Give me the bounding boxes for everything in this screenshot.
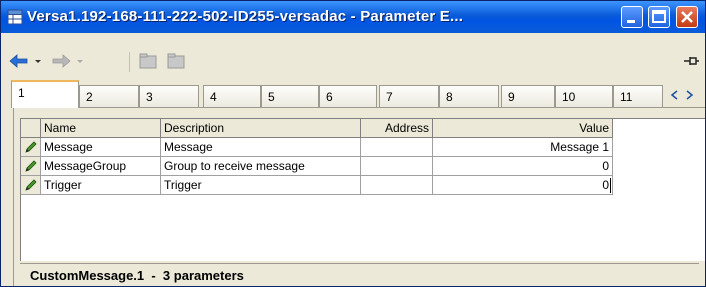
name-cell: Trigger [41,176,161,195]
description-cell: Group to receive message [161,157,361,176]
tab-label: 1 [18,86,25,100]
pencil-icon [25,179,37,191]
status-bar: CustomMessage.1 - 3 parameters [20,263,699,285]
address-cell[interactable] [361,138,433,157]
tab-label: 9 [508,90,515,104]
tab-4[interactable]: 4 [203,85,261,107]
tab-9[interactable]: 9 [501,85,555,107]
tab-11[interactable]: 11 [613,85,663,107]
tab-label: 6 [326,90,333,104]
close-button[interactable] [676,6,698,28]
column-header-description[interactable]: Description [161,119,361,138]
maximize-button[interactable] [648,6,670,28]
tab-panel: Name Description Address Value Message M… [13,107,705,286]
value-cell[interactable]: 0 [433,157,613,176]
chevron-down-icon[interactable] [33,51,43,71]
pin-icon[interactable] [681,51,701,71]
description-cell: Trigger [161,176,361,195]
name-cell: MessageGroup [41,157,161,176]
text-cursor [610,178,611,193]
chevron-down-icon [77,60,83,63]
chevron-left-icon[interactable] [670,90,678,100]
column-header-name[interactable]: Name [41,119,161,138]
row-icon-cell [21,157,41,176]
tab-label: 10 [562,90,576,104]
folder-icon [167,53,185,69]
tab-10[interactable]: 10 [555,85,613,107]
value-cell[interactable]: Message 1 [433,138,613,157]
pencil-icon [25,160,37,172]
table-header: Name Description Address Value [21,119,621,138]
forward-arrow-icon [52,54,71,68]
back-arrow-icon[interactable] [7,51,31,71]
minimize-button[interactable] [621,6,643,28]
column-header-address[interactable]: Address [361,119,433,138]
tab-label: 2 [86,90,93,104]
chevron-right-icon[interactable] [686,90,694,100]
table-row[interactable]: Message Message Message 1 [21,138,621,157]
table-row[interactable]: MessageGroup Group to receive message 0 [21,157,621,176]
tab-strip: 1 2 3 4 5 6 7 8 9 10 11 [11,80,705,108]
pencil-icon [25,141,37,153]
minimize-icon [627,20,635,23]
close-icon [681,11,693,23]
toolbar-separator [129,52,130,72]
table-row[interactable]: Trigger Trigger 0 [21,176,621,195]
tab-1[interactable]: 1 [11,80,79,108]
tab-2[interactable]: 2 [79,85,139,107]
folder-icon [139,53,157,69]
tab-5[interactable]: 5 [261,85,319,107]
tab-label: 8 [446,90,453,104]
tab-label: 11 [620,90,633,104]
header-icon-cell [21,119,41,138]
description-cell: Message [161,138,361,157]
name-cell: Message [41,138,161,157]
parameter-grid: Name Description Address Value Message M… [20,118,705,261]
address-cell[interactable] [361,176,433,195]
row-icon-cell [21,138,41,157]
window-title: Versa1.192-168-111-222-502-ID255-versada… [27,8,464,25]
tab-scroll-arrows[interactable] [667,88,699,102]
address-cell[interactable] [361,157,433,176]
maximize-icon [652,10,666,23]
tab-6[interactable]: 6 [319,85,377,107]
column-header-value[interactable]: Value [433,119,613,138]
tab-8[interactable]: 8 [439,85,499,107]
tab-label: 5 [268,90,275,104]
tab-label: 3 [146,90,153,104]
parameter-explorer-window: Versa1.192-168-111-222-502-ID255-versada… [0,0,706,287]
tab-label: 7 [386,90,393,104]
value-cell[interactable]: 0 [433,176,613,195]
grid-icon [7,9,23,25]
tab-3[interactable]: 3 [139,85,199,107]
tab-label: 4 [210,90,217,104]
title-bar[interactable]: Versa1.192-168-111-222-502-ID255-versada… [1,1,705,33]
tab-7[interactable]: 7 [379,85,439,107]
row-icon-cell [21,176,41,195]
toolbar [1,33,705,79]
